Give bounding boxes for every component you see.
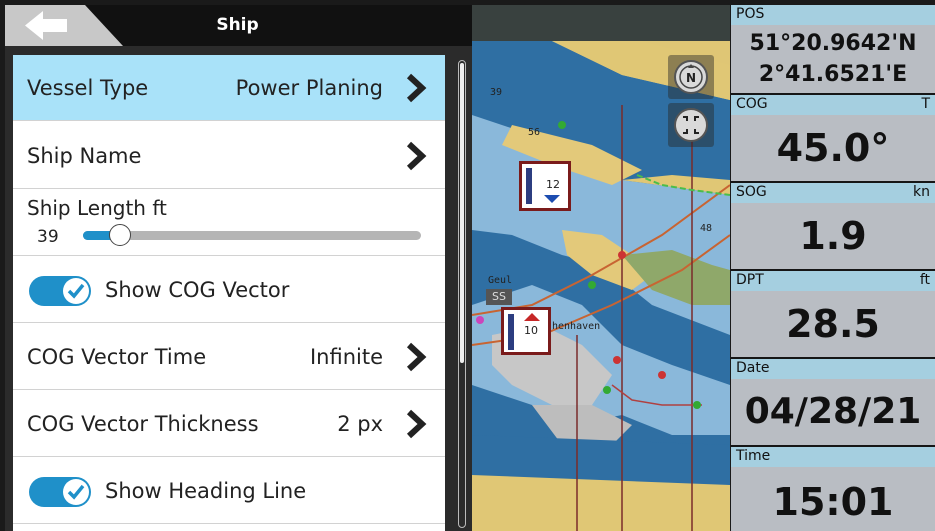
date-value: 04/28/21 xyxy=(744,391,922,432)
map-label-ss: SS xyxy=(486,289,512,305)
ship-length-row: Ship Length ft 39 xyxy=(13,190,445,256)
fit-screen-icon xyxy=(674,108,708,142)
north-up-icon: N xyxy=(674,60,708,94)
instrument-panel: POS 51°20.9642'N 2°41.6521'E COG T 45.0°… xyxy=(731,5,935,531)
date-tile[interactable]: Date 04/28/21 xyxy=(731,359,935,445)
map-label-geul: Geul xyxy=(488,275,513,286)
show-heading-line-label: Show Heading Line xyxy=(105,479,307,503)
show-heading-line-row: Show Heading Line xyxy=(13,458,445,524)
cog-vector-thickness-label: COG Vector Thickness xyxy=(27,412,259,436)
panel-header: Ship xyxy=(5,5,472,46)
date-title: Date xyxy=(736,360,770,376)
vessel-type-row[interactable]: Vessel Type Power Planing xyxy=(13,55,445,121)
depth-marker[interactable]: 10 xyxy=(501,307,551,355)
depth-marker[interactable]: 12 xyxy=(519,161,571,211)
show-cog-vector-label: Show COG Vector xyxy=(105,278,290,302)
chevron-right-icon xyxy=(406,409,427,439)
depth-label: 10 xyxy=(524,324,538,337)
chart-map[interactable]: 39 56 48 Geul SS henhaven 12 10 N xyxy=(472,5,730,531)
map-label-sounding: 56 xyxy=(528,127,541,138)
settings-list: Vessel Type Power Planing Ship Name Ship… xyxy=(13,55,445,531)
depth-bar xyxy=(526,168,532,204)
cog-vector-time-value: Infinite xyxy=(309,345,383,369)
ship-length-label: Ship Length ft xyxy=(27,196,167,220)
vessel-type-label: Vessel Type xyxy=(27,76,149,100)
pos-tile[interactable]: POS 51°20.9642'N 2°41.6521'E xyxy=(731,5,935,93)
sog-title: SOG xyxy=(736,184,767,200)
sog-unit: kn xyxy=(913,184,930,200)
pos-lat: 51°20.9642'N xyxy=(749,31,917,56)
sog-tile[interactable]: SOG kn 1.9 xyxy=(731,183,935,269)
map-label-sounding: 39 xyxy=(490,87,503,98)
time-value: 15:01 xyxy=(772,480,894,524)
dpt-unit: ft xyxy=(919,272,930,288)
cog-vector-thickness-value: 2 px xyxy=(337,412,383,436)
ship-name-row[interactable]: Ship Name xyxy=(13,123,445,189)
dpt-title: DPT xyxy=(736,272,764,288)
page-title: Ship xyxy=(216,15,259,35)
cog-vector-thickness-row[interactable]: COG Vector Thickness 2 px xyxy=(13,391,445,457)
chevron-right-icon xyxy=(406,141,427,171)
map-label-sounding: 48 xyxy=(700,223,713,234)
cog-value: 45.0° xyxy=(776,126,890,170)
chevron-right-icon xyxy=(406,73,427,103)
back-button[interactable] xyxy=(5,5,123,46)
depth-bar xyxy=(508,314,514,350)
check-icon xyxy=(67,484,85,500)
pos-lon: 2°41.6521'E xyxy=(758,62,908,87)
ship-length-value: 39 xyxy=(37,227,59,247)
cog-title: COG xyxy=(736,96,768,112)
svg-text:N: N xyxy=(686,71,696,85)
fit-screen-button[interactable] xyxy=(668,103,714,147)
chevron-right-icon xyxy=(406,342,427,372)
time-tile[interactable]: Time 15:01 xyxy=(731,447,935,531)
cog-unit: T xyxy=(921,96,930,112)
pos-title: POS xyxy=(736,6,765,22)
dpt-tile[interactable]: DPT ft 28.5 xyxy=(731,271,935,357)
sog-value: 1.9 xyxy=(799,214,867,258)
vessel-type-value: Power Planing xyxy=(235,76,383,100)
show-heading-line-toggle[interactable] xyxy=(29,477,91,507)
scrollbar-thumb[interactable] xyxy=(460,63,464,363)
dpt-value: 28.5 xyxy=(786,302,880,346)
cog-vector-time-label: COG Vector Time xyxy=(27,345,207,369)
map-label-haven: henhaven xyxy=(552,321,601,332)
check-icon xyxy=(67,283,85,299)
show-cog-vector-toggle[interactable] xyxy=(29,276,91,306)
time-title: Time xyxy=(736,448,771,464)
depth-label: 12 xyxy=(546,178,560,191)
slider-thumb[interactable] xyxy=(109,224,131,246)
north-up-button[interactable]: N xyxy=(668,55,714,99)
show-cog-vector-row: Show COG Vector xyxy=(13,257,445,323)
settings-panel: Ship Vessel Type Power Planing Ship Name… xyxy=(5,5,472,531)
cog-vector-time-row[interactable]: COG Vector Time Infinite xyxy=(13,324,445,390)
triangle-up-icon xyxy=(524,313,540,321)
ship-name-label: Ship Name xyxy=(27,144,142,168)
scrollbar[interactable] xyxy=(458,60,466,528)
triangle-down-icon xyxy=(544,195,560,203)
ship-length-slider[interactable] xyxy=(83,224,421,246)
cog-tile[interactable]: COG T 45.0° xyxy=(731,95,935,181)
